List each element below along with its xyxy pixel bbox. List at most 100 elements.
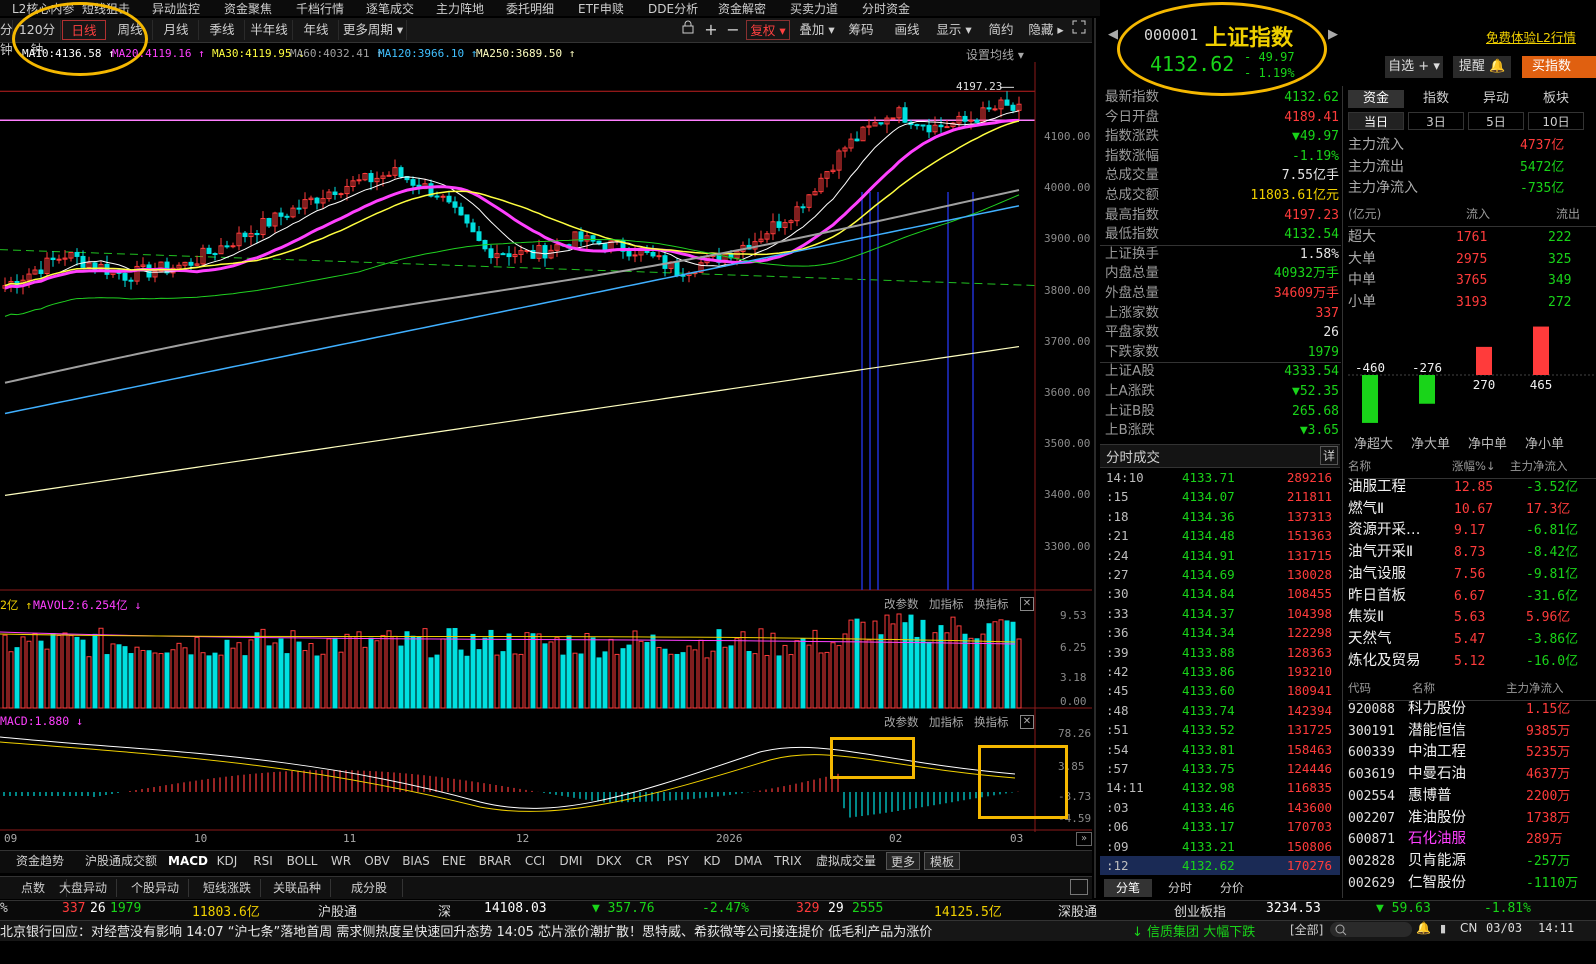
sector-row[interactable]: 燃气Ⅱ 10.67 17.3亿: [1348, 499, 1596, 521]
top-menu-item[interactable]: 分时资金: [862, 0, 910, 17]
tick-row[interactable]: :45 4133.60 180941: [1100, 681, 1340, 700]
indicator-tab[interactable]: BOLL: [282, 852, 322, 870]
top-menu-item[interactable]: 资金解密: [718, 0, 766, 17]
ticks-tab[interactable]: 分价: [1208, 879, 1256, 897]
period-more[interactable]: 更多周期 ▾: [340, 20, 407, 40]
fullscreen-icon[interactable]: [1070, 20, 1088, 40]
stock-row[interactable]: 600871 石化油服 289万: [1348, 829, 1596, 851]
fund-tab[interactable]: 异动: [1468, 90, 1524, 108]
tick-row[interactable]: :51 4133.52 131725: [1100, 720, 1340, 739]
indicator-tab[interactable]: KDJ: [210, 852, 244, 870]
indicator-tab[interactable]: KD: [698, 852, 726, 870]
fund-subtab[interactable]: 3日: [1408, 112, 1464, 130]
tick-row[interactable]: :12 4132.62 170276: [1100, 856, 1340, 876]
tick-row[interactable]: :24 4134.91 131715: [1100, 546, 1340, 565]
indicator-tab[interactable]: OBV: [360, 852, 394, 870]
scroll-right-icon[interactable]: »: [1076, 832, 1092, 846]
prev-index-icon[interactable]: ◀: [1108, 27, 1118, 42]
indicator-tab[interactable]: DMI: [554, 852, 588, 870]
bottom-tab[interactable]: 短线涨跌: [194, 879, 261, 897]
indicator-tab[interactable]: RSI: [248, 852, 278, 870]
stock-row[interactable]: 600339 中油工程 5235万: [1348, 742, 1596, 764]
sector-row[interactable]: 天然气 5.47 -3.86亿: [1348, 629, 1596, 651]
vol-close-icon[interactable]: ✕: [1020, 597, 1034, 611]
indicator-tab[interactable]: 资金趋势: [6, 852, 74, 870]
sector-row[interactable]: 资源开采… 9.17 -6.81亿: [1348, 520, 1596, 542]
stock-row[interactable]: 002207 准油股份 1738万: [1348, 808, 1596, 830]
zoom-in-icon[interactable]: +: [702, 20, 720, 40]
macd-add-indicator[interactable]: 加指标: [929, 714, 964, 730]
ticks-tab[interactable]: 分时: [1156, 879, 1204, 897]
indicator-tab[interactable]: 虚拟成交量: [810, 852, 882, 870]
top-menu-item[interactable]: 委托明细: [506, 0, 554, 17]
fund-tab[interactable]: 资金: [1348, 90, 1404, 108]
tick-row[interactable]: :42 4133.86 193210: [1100, 662, 1340, 681]
fund-subtab[interactable]: 5日: [1468, 112, 1524, 130]
sector-row[interactable]: 油气设服 7.56 -9.81亿: [1348, 564, 1596, 586]
tick-row[interactable]: 14:11 4132.98 116835: [1100, 778, 1340, 797]
fund-tab[interactable]: 板块: [1528, 90, 1584, 108]
remind-button[interactable]: 提醒 🔔: [1453, 56, 1511, 78]
indicator-tab[interactable]: WR: [326, 852, 356, 870]
indicator-tab[interactable]: DKX: [592, 852, 626, 870]
sector-row[interactable]: 油气开采Ⅱ 8.73 -8.42亿: [1348, 542, 1596, 564]
indicator-tab[interactable]: DMA: [730, 852, 766, 870]
period-quarterly[interactable]: 季线: [200, 20, 245, 40]
chips-button[interactable]: 筹码: [844, 20, 878, 40]
indicator-tab[interactable]: 模板: [924, 852, 960, 870]
ticker-stock[interactable]: ↓ 信质集团 大幅下跌: [1132, 921, 1255, 940]
sector-row[interactable]: 焦炭Ⅱ 5.63 5.96亿: [1348, 607, 1596, 629]
bottom-tab[interactable]: 个股异动: [122, 879, 189, 897]
bottom-tab[interactable]: 成分股: [336, 879, 403, 897]
sector-row[interactable]: 昨日首板 6.67 -31.6亿: [1348, 586, 1596, 608]
stock-row[interactable]: 920088 科力股份 1.15亿: [1348, 699, 1596, 721]
set-ma-button[interactable]: 设置均线 ▾: [966, 46, 1024, 63]
macd-edit-params[interactable]: 改参数: [884, 714, 919, 730]
kline-chart[interactable]: [0, 62, 1092, 852]
sector-row[interactable]: 油服工程 12.85 -3.52亿: [1348, 477, 1596, 499]
indicator-tab[interactable]: TRIX: [770, 852, 806, 870]
bottom-tab[interactable]: 关联品种: [264, 879, 331, 897]
top-menu-item[interactable]: ETF申赎: [578, 0, 624, 17]
overlay-button[interactable]: 叠加 ▾: [794, 20, 840, 40]
tick-row[interactable]: :39 4133.88 128363: [1100, 643, 1340, 662]
tick-row[interactable]: :15 4134.07 211811: [1100, 487, 1340, 506]
tick-row[interactable]: :21 4134.48 151363: [1100, 526, 1340, 545]
tick-row[interactable]: :36 4134.34 122298: [1100, 623, 1340, 642]
display-button[interactable]: 显示 ▾: [932, 20, 976, 40]
fund-tab[interactable]: 指数: [1408, 90, 1464, 108]
vol-edit-params[interactable]: 改参数: [884, 596, 919, 612]
stock-row[interactable]: 002629 仁智股份 -1110万: [1348, 873, 1596, 895]
top-menu-item[interactable]: 千档行情: [296, 0, 344, 17]
bell-icon[interactable]: 🔔: [1416, 921, 1431, 935]
watchlist-button[interactable]: 自选 + ▾: [1385, 56, 1443, 78]
indicator-tab[interactable]: CCI: [520, 852, 550, 870]
tick-row[interactable]: :30 4134.84 108455: [1100, 584, 1340, 603]
ticks-tab[interactable]: 分笔: [1104, 879, 1152, 897]
sector-head-pct[interactable]: 涨幅%↓: [1452, 456, 1496, 478]
indicator-tab[interactable]: CR: [630, 852, 658, 870]
tick-row[interactable]: :48 4133.74 142394: [1100, 701, 1340, 720]
tick-row[interactable]: :27 4134.69 130028: [1100, 565, 1340, 584]
stock-row[interactable]: 002554 惠博普 2200万: [1348, 786, 1596, 808]
indicator-tab[interactable]: MACD: [168, 852, 208, 870]
period-yearly[interactable]: 年线: [294, 20, 339, 40]
ticker-scope[interactable]: [全部]: [1290, 921, 1323, 938]
indicator-tab[interactable]: ENE: [438, 852, 470, 870]
period-monthly[interactable]: 月线: [154, 20, 199, 40]
bottom-tab[interactable]: 大盘异动: [50, 879, 117, 897]
macd-close-icon[interactable]: ✕: [1020, 715, 1034, 729]
next-index-icon[interactable]: ▶: [1328, 27, 1338, 42]
top-menu-item[interactable]: DDE分析: [648, 0, 698, 17]
vol-switch-indicator[interactable]: 换指标: [974, 596, 1009, 612]
top-menu-item[interactable]: 逐笔成交: [366, 0, 414, 17]
macd-switch-indicator[interactable]: 换指标: [974, 714, 1009, 730]
indicator-tab[interactable]: BIAS: [398, 852, 434, 870]
fund-subtab[interactable]: 10日: [1528, 112, 1584, 130]
news-ticker[interactable]: 北京银行回应：对经营没有影响 14:07 “沪七条”落地首周 需求侧热度呈快速回…: [0, 921, 1120, 939]
ticks-detail-button[interactable]: 详: [1320, 446, 1339, 465]
fund-subtab[interactable]: 当日: [1348, 112, 1404, 130]
top-menu-item[interactable]: 买卖力道: [790, 0, 838, 17]
lock-icon[interactable]: [678, 20, 698, 40]
splitter[interactable]: [1094, 18, 1096, 898]
